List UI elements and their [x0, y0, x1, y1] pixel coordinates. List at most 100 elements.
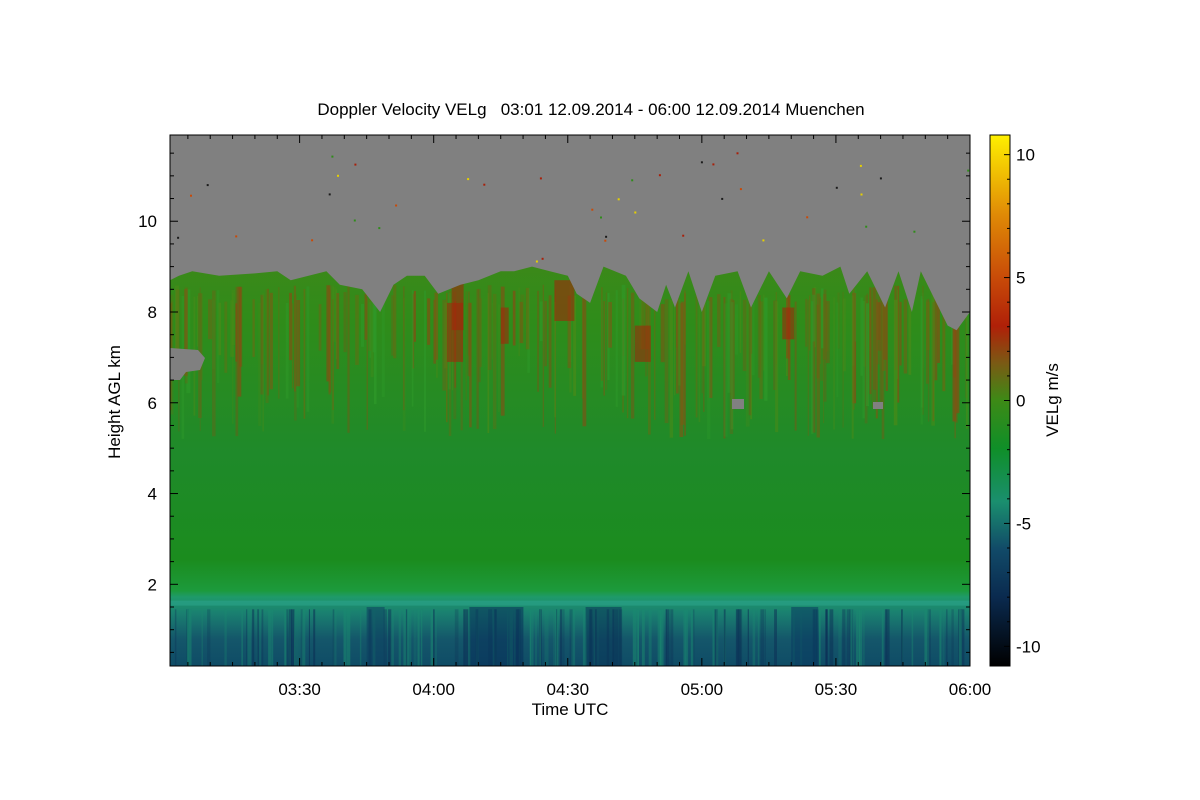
heatmap-streak	[695, 294, 698, 418]
heatmap-streak	[615, 290, 618, 407]
heatmap-cell	[366, 607, 385, 666]
heatmap-streak	[881, 609, 884, 666]
heatmap-streak	[893, 299, 898, 426]
heatmap-streak	[237, 286, 242, 397]
heatmap-streak	[603, 301, 605, 396]
heatmap-streak	[518, 287, 520, 356]
heatmap-streak	[423, 290, 426, 432]
heatmap-streak	[664, 299, 669, 424]
y-axis-label: Height AGL km	[105, 345, 124, 459]
heatmap-streak	[660, 304, 665, 363]
heatmap-streak	[698, 286, 701, 422]
colorbar-tick-label: -10	[1016, 637, 1041, 656]
heatmap-streak	[303, 289, 306, 419]
heatmap-streak	[670, 609, 674, 666]
heatmap-streak	[427, 298, 431, 345]
heatmap-pixel	[721, 197, 724, 200]
heatmap-pixel	[311, 239, 314, 242]
heatmap-streak	[735, 304, 738, 355]
heatmap-streak	[343, 292, 347, 353]
heatmap-streak	[313, 609, 316, 666]
heatmap-streak	[207, 609, 211, 666]
heatmap-streak	[794, 301, 797, 431]
heatmap-streak	[807, 300, 809, 436]
heatmap-pixel	[331, 155, 334, 158]
heatmap-streak	[774, 609, 777, 666]
heatmap-streak	[328, 289, 331, 395]
heatmap-streak	[544, 300, 547, 367]
heatmap-streak	[296, 609, 299, 666]
heatmap-streak	[816, 293, 820, 438]
heatmap-pixel	[483, 183, 486, 186]
heatmap-streak	[491, 302, 493, 360]
heatmap-streak	[247, 609, 252, 666]
heatmap-streak	[899, 301, 902, 366]
heatmap-streak	[757, 609, 760, 666]
heatmap-streak	[434, 292, 439, 360]
x-tick-label: 04:00	[412, 680, 455, 699]
heatmap-streak	[908, 298, 912, 375]
chart-title: Doppler Velocity VELg 03:01 12.09.2014 -…	[317, 100, 864, 119]
heatmap-streak	[278, 287, 280, 399]
heatmap-streak	[268, 609, 272, 666]
heatmap-streak	[318, 304, 322, 351]
heatmap-streak	[876, 285, 880, 365]
heatmap-streak	[942, 609, 945, 666]
heatmap-streak	[621, 284, 626, 396]
heatmap-cell	[782, 307, 795, 340]
heatmap-streak	[712, 609, 715, 666]
heatmap-streak	[924, 609, 927, 666]
heatmap-streak	[201, 293, 203, 381]
heatmap-streak	[846, 609, 851, 666]
heatmap-streak	[411, 290, 414, 407]
heatmap-streak	[920, 298, 923, 425]
heatmap-streak	[405, 609, 408, 666]
heatmap-pixel	[378, 227, 381, 230]
heatmap-streak	[224, 301, 228, 373]
heatmap-streak	[723, 303, 728, 437]
heatmap-streak	[284, 609, 287, 666]
heatmap-streak	[666, 609, 670, 666]
heatmap-pixel	[604, 239, 607, 242]
heatmap-pixel	[658, 174, 661, 177]
heatmap-streak	[259, 609, 262, 666]
heatmap-streak	[381, 296, 385, 397]
heatmap-cell	[170, 600, 970, 606]
heatmap-pixel	[859, 164, 862, 167]
y-tick-label: 6	[148, 394, 157, 413]
heatmap-pixel	[605, 235, 608, 238]
heatmap-streak	[393, 285, 397, 359]
heatmap-pixel	[353, 219, 356, 222]
colorbar-tick-label: 10	[1016, 146, 1035, 165]
heatmap-pixel	[879, 177, 882, 180]
heatmap-streak	[374, 297, 377, 405]
heatmap-pixel	[913, 230, 916, 233]
heatmap-streak	[675, 302, 678, 348]
heatmap-streak	[563, 609, 565, 666]
heatmap-streak	[852, 287, 855, 410]
colorbar-label: VELg m/s	[1043, 363, 1062, 437]
heatmap-streak	[479, 298, 482, 367]
heatmap-streak	[433, 609, 435, 666]
heatmap-streak	[637, 609, 639, 666]
heatmap-streak	[932, 302, 935, 422]
heatmap-streak	[252, 299, 255, 357]
heatmap-streak	[869, 287, 872, 395]
heatmap-streak	[269, 292, 273, 390]
heatmap-streak	[465, 609, 469, 666]
heatmap-streak	[605, 292, 608, 390]
heatmap-streak	[854, 287, 857, 342]
heatmap-cell	[469, 607, 524, 666]
y-tick-label: 2	[148, 575, 157, 594]
heatmap-pixel	[190, 194, 192, 197]
heatmap-streak	[454, 609, 459, 666]
heatmap-streak	[529, 609, 531, 666]
heatmap-streak	[674, 296, 676, 396]
heatmap-streak	[487, 285, 492, 370]
heatmap-streak	[296, 300, 301, 387]
heatmap-streak	[852, 609, 855, 666]
heatmap-streak	[539, 609, 541, 666]
heatmap-streak	[224, 609, 227, 666]
heatmap-pixel	[535, 260, 538, 263]
heatmap-streak	[752, 609, 756, 666]
